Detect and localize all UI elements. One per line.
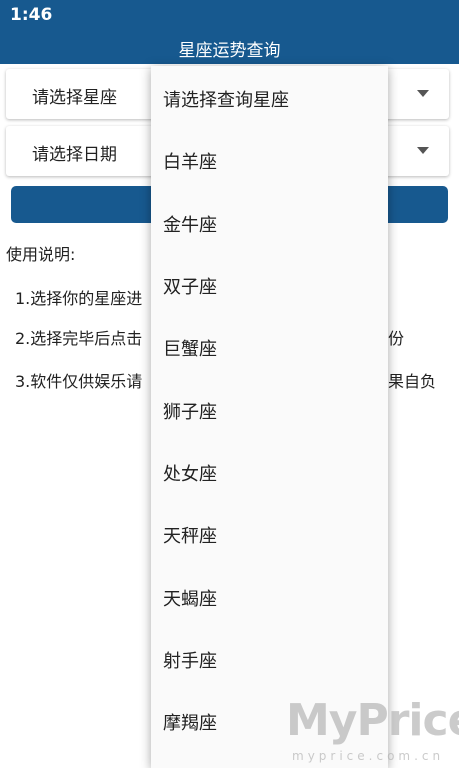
page-title: 星座运势查询	[178, 41, 281, 61]
dropdown-option[interactable]: 天蝎座	[151, 567, 388, 629]
dropdown-option[interactable]: 巨蟹座	[151, 317, 388, 379]
status-time: 1:46	[10, 5, 53, 25]
instruction-text: 2.选择完毕后点击	[15, 329, 143, 348]
date-select-label: 请选择日期	[32, 145, 117, 165]
title-bar: 星座运势查询	[0, 30, 459, 64]
dropdown-option[interactable]: 摩羯座	[151, 691, 388, 753]
status-bar: 1:46	[0, 0, 459, 30]
app-screen: 1:46 星座运势查询 请选择星座 请选择日期 使用说明: 1.选择你的星座进 …	[0, 0, 459, 768]
instruction-text-tail: 果自负	[388, 372, 437, 391]
dropdown-option[interactable]: 白羊座	[151, 130, 388, 192]
dropdown-option[interactable]: 天秤座	[151, 504, 388, 566]
dropdown-arrow-icon	[417, 147, 429, 154]
dropdown-option[interactable]: 处女座	[151, 442, 388, 504]
dropdown-option[interactable]: 射手座	[151, 629, 388, 691]
dropdown-arrow-icon	[417, 90, 429, 97]
dropdown-option[interactable]: 双子座	[151, 255, 388, 317]
instruction-text: 1.选择你的星座进	[15, 289, 143, 308]
instruction-text: 3.软件仅供娱乐请	[15, 372, 143, 391]
zodiac-dropdown-menu: 请选择查询星座 白羊座 金牛座 双子座 巨蟹座 狮子座 处女座 天秤座 天蝎座 …	[151, 66, 388, 768]
instruction-text-tail: 份	[388, 329, 405, 348]
instructions-title: 使用说明:	[6, 245, 76, 264]
dropdown-option[interactable]: 请选择查询星座	[151, 68, 388, 130]
zodiac-select-label: 请选择星座	[32, 88, 117, 108]
dropdown-option[interactable]: 金牛座	[151, 193, 388, 255]
dropdown-option[interactable]: 狮子座	[151, 380, 388, 442]
